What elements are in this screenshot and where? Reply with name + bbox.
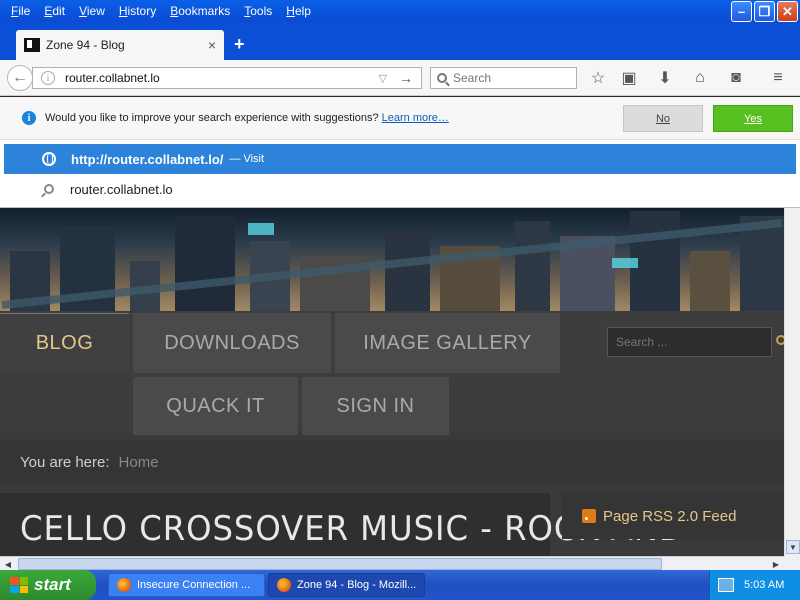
search-suggestions-prompt: i Would you like to improve your search … (0, 97, 800, 140)
downloads-icon[interactable]: ⬇ (655, 68, 675, 88)
windows-logo-icon (10, 577, 28, 593)
back-button[interactable]: ← (7, 65, 33, 91)
article-card: CELLO CROSSOVER MUSIC - ROCK AND (0, 493, 684, 556)
minimize-button[interactable]: – (731, 1, 752, 22)
menu-bookmarks[interactable]: Bookmarks (163, 4, 237, 18)
result-url: http://router.collabnet.lo/ (71, 151, 224, 167)
menu-file[interactable]: File (4, 4, 37, 18)
nav-sign-in[interactable]: SIGN IN (302, 377, 449, 435)
scroll-left-icon[interactable]: ◀ (2, 558, 14, 570)
search-bar[interactable] (430, 67, 577, 89)
autocomplete-visit-result[interactable]: http://router.collabnet.lo/ — Visit (4, 144, 796, 174)
start-label: start (34, 575, 71, 594)
system-tray: 5:03 AM (709, 570, 800, 600)
site-info-icon[interactable]: i (41, 71, 55, 85)
learn-more-link[interactable]: Learn more… (382, 112, 449, 124)
scroll-corner (784, 556, 800, 570)
close-window-button[interactable]: ✕ (777, 1, 798, 22)
scroll-down-icon[interactable]: ▼ (786, 540, 800, 554)
header-banner-image (0, 208, 784, 311)
search-icon (437, 73, 447, 83)
result-search-text: router.collabnet.lo (70, 181, 173, 197)
rss-feed-link[interactable]: Page RSS 2.0 Feed (603, 508, 736, 525)
nav-quack-it[interactable]: QUACK IT (133, 377, 298, 435)
window-controls: – ❐ ✕ (731, 1, 798, 22)
history-dropdown-icon[interactable]: ▽ (379, 72, 387, 85)
breadcrumb-label: You are here: (20, 454, 110, 471)
breadcrumb: You are here: Home (0, 440, 784, 485)
maximize-button[interactable]: ❐ (754, 1, 775, 22)
search-input[interactable] (453, 71, 563, 85)
menu-help[interactable]: Help (279, 4, 318, 18)
hamburger-menu-icon[interactable]: ≡ (768, 68, 788, 88)
navigation-toolbar: ← i ▽ → ☆ ▣ ⬇ ⌂ ◙ ≡ (0, 60, 800, 96)
bookmark-star-icon[interactable]: ☆ (588, 68, 608, 88)
site-favicon-icon (24, 38, 40, 52)
scroll-right-icon[interactable]: ▶ (770, 558, 782, 570)
pocket-icon[interactable]: ◙ (726, 68, 746, 88)
url-bar[interactable]: i ▽ → (32, 67, 422, 89)
horizontal-scroll-thumb[interactable] (18, 558, 662, 570)
tab-title: Zone 94 - Blog (46, 38, 125, 52)
rss-icon (582, 509, 596, 523)
clock: 5:03 AM (744, 579, 785, 591)
taskbar-item-label: Zone 94 - Blog - Mozill... (297, 579, 417, 591)
info-icon: i (22, 111, 36, 125)
no-button[interactable]: No (623, 105, 703, 132)
go-arrow-icon[interactable]: → (399, 70, 413, 86)
reading-list-icon[interactable]: ▣ (619, 68, 639, 88)
menu-bar: File Edit View History Bookmarks Tools H… (0, 0, 318, 22)
globe-icon (42, 152, 56, 166)
url-input[interactable] (65, 71, 379, 85)
suggestions-question: Would you like to improve your search ex… (45, 112, 379, 124)
menu-view[interactable]: View (72, 4, 112, 18)
menu-edit[interactable]: Edit (37, 4, 72, 18)
site-search-input[interactable]: Search ... (607, 327, 772, 357)
firefox-icon (277, 578, 291, 592)
result-action: — Visit (229, 153, 265, 165)
menu-tools[interactable]: Tools (237, 4, 279, 18)
network-icon[interactable] (718, 578, 734, 592)
taskbar-item-insecure-connection[interactable]: Insecure Connection ... (108, 573, 265, 597)
page-content: BLOG DOWNLOADS IMAGE GALLERY QUACK IT SI… (0, 208, 784, 556)
breadcrumb-home[interactable]: Home (119, 454, 159, 471)
vertical-scrollbar[interactable]: ▼ (784, 208, 800, 556)
nav-downloads[interactable]: DOWNLOADS (133, 313, 331, 373)
windows-taskbar: start Insecure Connection ... Zone 94 - … (0, 570, 800, 600)
firefox-icon (117, 578, 131, 592)
taskbar-item-zone94-blog[interactable]: Zone 94 - Blog - Mozill... (268, 573, 425, 597)
autocomplete-search-result[interactable]: router.collabnet.lo (0, 174, 800, 204)
new-tab-button[interactable]: + (234, 34, 245, 55)
tab-zone94-blog[interactable]: Zone 94 - Blog × (16, 30, 224, 60)
horizontal-scrollbar[interactable]: ◀ ▶ (0, 556, 784, 570)
title-bar: File Edit View History Bookmarks Tools H… (0, 0, 800, 22)
nav-image-gallery[interactable]: IMAGE GALLERY (335, 313, 560, 373)
tab-close-icon[interactable]: × (208, 37, 216, 53)
site-search-icon[interactable] (776, 335, 784, 345)
rss-feed-box: Page RSS 2.0 Feed (562, 493, 784, 539)
start-button[interactable]: start (0, 570, 96, 600)
search-icon (44, 184, 54, 194)
menu-history[interactable]: History (112, 4, 163, 18)
taskbar-item-label: Insecure Connection ... (137, 579, 251, 591)
home-icon[interactable]: ⌂ (690, 68, 710, 88)
site-navigation: BLOG DOWNLOADS IMAGE GALLERY QUACK IT SI… (0, 311, 784, 435)
tab-strip: Zone 94 - Blog × + (0, 22, 800, 60)
nav-blog[interactable]: BLOG (0, 313, 129, 373)
yes-button[interactable]: Yes (713, 105, 793, 132)
